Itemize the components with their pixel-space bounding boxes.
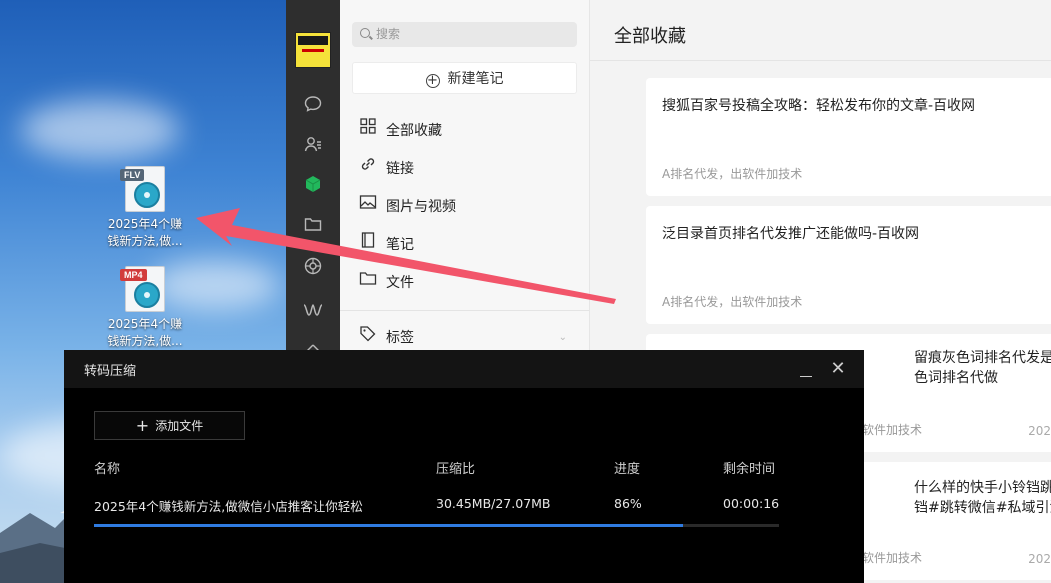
card-date: 202 xyxy=(1028,552,1051,566)
card-tags: 软件加技术 xyxy=(862,423,923,437)
search-icon xyxy=(360,28,370,38)
dialog-title-bar: 转码压缩 ✕ xyxy=(64,350,864,388)
plus-icon: + xyxy=(135,416,150,435)
favorites-cube-icon[interactable] xyxy=(301,174,325,198)
favorites-nav-panel: 搜索 + 新建笔记 全部收藏 链接 图片与视频 笔记 文件 标签 ⌄ xyxy=(340,0,590,350)
progress-bar-fill xyxy=(94,524,684,527)
card-tags: A排名代发，出软件加技术 xyxy=(662,167,803,181)
add-file-button[interactable]: + 添加文件 xyxy=(94,411,245,440)
progress-bar xyxy=(94,524,779,527)
minimize-icon[interactable] xyxy=(800,363,812,377)
page-title: 全部收藏 xyxy=(614,26,686,47)
task-remaining-time: 00:00:16 xyxy=(723,496,780,511)
close-icon[interactable]: ✕ xyxy=(828,357,848,381)
nav-item-all-favorites[interactable]: 全部收藏 xyxy=(358,117,578,141)
nav-item-notes[interactable]: 笔记 xyxy=(358,231,578,255)
chevron-down-icon[interactable]: ⌄ xyxy=(559,332,567,343)
user-avatar[interactable] xyxy=(295,32,331,68)
task-compression-ratio: 30.45MB/27.07MB xyxy=(436,496,551,511)
nav-label: 全部收藏 xyxy=(386,123,442,139)
nav-item-media[interactable]: 图片与视频 xyxy=(358,193,578,217)
link-icon xyxy=(358,155,378,180)
app-sidebar-rail xyxy=(286,0,340,350)
folder-icon[interactable] xyxy=(301,214,325,238)
contacts-icon[interactable] xyxy=(301,134,325,158)
card-date: 202 xyxy=(1028,424,1051,438)
desktop-file-label: 2025年4个赚 钱新方法,做... xyxy=(107,217,183,248)
column-header-remaining: 剩余时间 xyxy=(723,462,776,477)
image-icon xyxy=(358,193,378,218)
tag-icon xyxy=(358,324,378,349)
nav-divider xyxy=(340,310,589,311)
desktop-file-mp4[interactable]: MP4 2025年4个赚 钱新方法,做... xyxy=(100,266,190,350)
flv-video-file-icon: FLV xyxy=(120,166,165,212)
desktop-file-label: 2025年4个赚 钱新方法,做... xyxy=(107,317,183,348)
search-placeholder: 搜索 xyxy=(376,27,401,41)
folder-icon xyxy=(358,269,378,294)
column-header-progress: 进度 xyxy=(614,462,641,477)
more-icon[interactable] xyxy=(301,338,325,350)
moments-icon[interactable] xyxy=(301,256,325,280)
favorite-card[interactable]: 泛目录首页排名代发推广还能做吗-百收网 A排名代发，出软件加技术 xyxy=(646,206,1051,324)
card-tags: 软件加技术 xyxy=(862,551,923,565)
mp4-video-file-icon: MP4 xyxy=(120,266,165,312)
header-divider xyxy=(590,60,1051,61)
nav-label: 图片与视频 xyxy=(386,199,456,215)
notebook-icon xyxy=(358,231,378,256)
nav-label: 标签 xyxy=(386,330,414,346)
desktop-file-flv[interactable]: FLV 2025年4个赚 钱新方法,做... xyxy=(100,166,190,250)
add-circle-icon: + xyxy=(425,73,440,88)
nav-item-links[interactable]: 链接 xyxy=(358,155,578,179)
mini-program-icon[interactable] xyxy=(301,300,325,324)
dialog-title: 转码压缩 xyxy=(84,364,137,379)
nav-label: 链接 xyxy=(386,161,414,177)
card-title: 留痕灰色词排名代发是什么 色词排名代做 xyxy=(914,350,1051,386)
card-title: 什么样的快手小铃铛跳转微信 铛#跳转微信#私域引流 xyxy=(914,480,1051,516)
nav-item-tags[interactable]: 标签 xyxy=(358,324,578,348)
new-note-button[interactable]: + 新建笔记 xyxy=(352,62,577,94)
search-input[interactable]: 搜索 xyxy=(352,22,577,47)
column-header-name: 名称 xyxy=(94,462,121,477)
nav-label: 笔记 xyxy=(386,237,414,253)
new-note-label: 新建笔记 xyxy=(447,71,504,87)
card-title: 泛目录首页排名代发推广还能做吗-百收网 xyxy=(662,226,920,242)
card-title: 搜狐百家号投稿全攻略：轻松发布你的文章-百收网 xyxy=(662,98,976,114)
column-header-ratio: 压缩比 xyxy=(436,462,476,477)
add-file-label: 添加文件 xyxy=(155,419,204,433)
task-progress-text: 86% xyxy=(614,496,642,511)
chat-icon[interactable] xyxy=(301,94,325,118)
card-tags: A排名代发，出软件加技术 xyxy=(662,295,803,309)
nav-label: 文件 xyxy=(386,275,414,291)
nav-item-files[interactable]: 文件 xyxy=(358,269,578,293)
transcode-dialog: 转码压缩 ✕ + 添加文件 名称 压缩比 进度 剩余时间 2025年4个赚钱新方法… xyxy=(64,350,864,583)
favorite-card[interactable]: 搜狐百家号投稿全攻略：轻松发布你的文章-百收网 A排名代发，出软件加技术 xyxy=(646,78,1051,196)
grid-icon xyxy=(358,117,378,142)
task-file-name: 2025年4个赚钱新方法,做微信小店推客让你轻松 xyxy=(94,499,363,514)
